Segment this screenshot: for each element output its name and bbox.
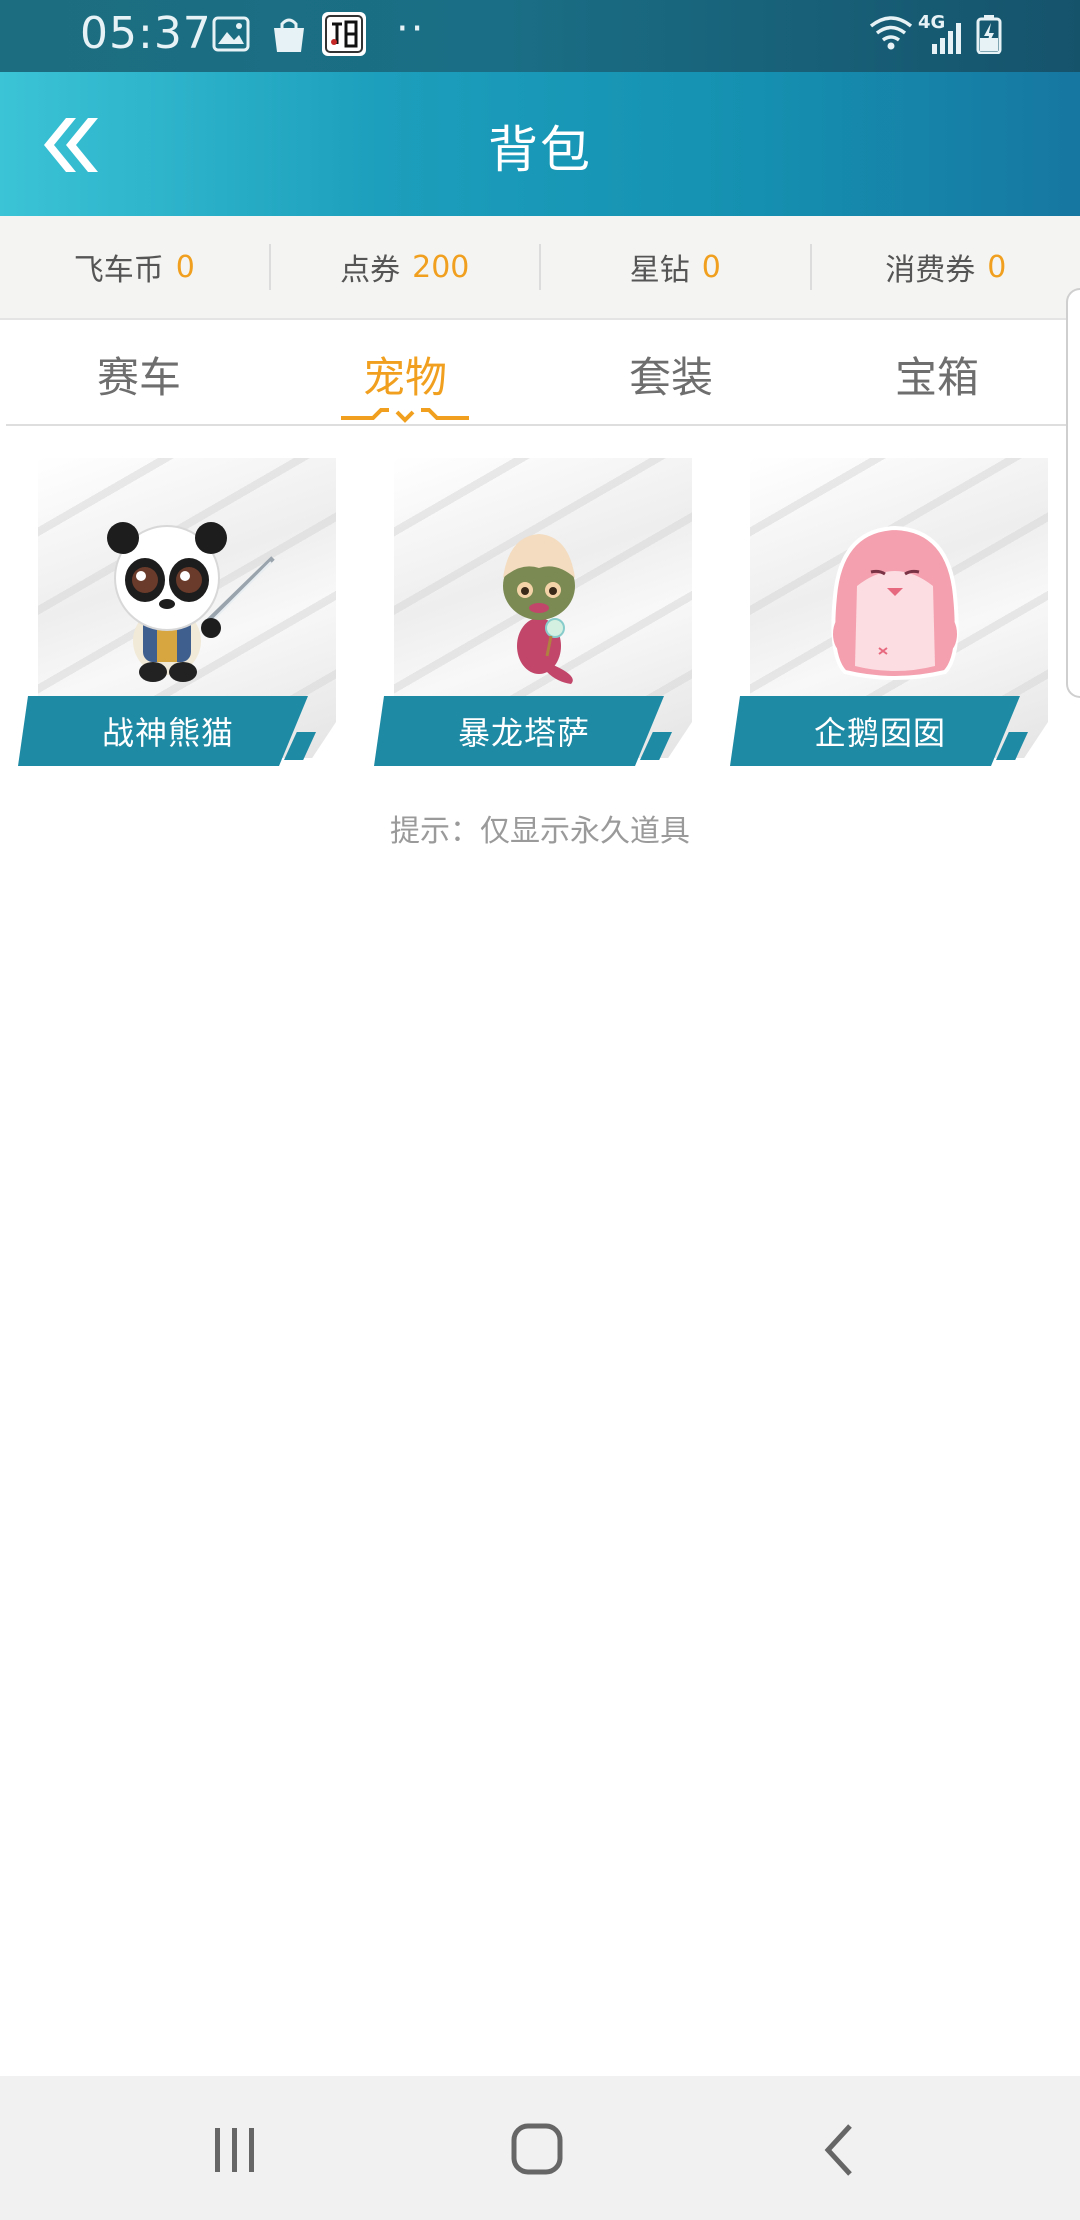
app-header: 背包	[0, 72, 1080, 216]
tab-label: 套装	[628, 353, 713, 402]
currency-dianquan: 点券 200	[271, 244, 541, 290]
currency-value: 200	[412, 249, 470, 285]
more-notifications-dots: ··	[396, 6, 426, 52]
currency-label: 飞车币	[73, 253, 164, 288]
currency-consumption-voucher: 消费券 0	[812, 244, 1080, 290]
tab-treasure-chests[interactable]: 宝箱	[804, 322, 1070, 424]
system-back-button[interactable]	[800, 2120, 880, 2180]
category-tabs: 赛车 宠物 套装 宝箱	[6, 322, 1070, 426]
status-time: 05:37	[80, 8, 212, 59]
panda-warrior-pet-image	[107, 522, 275, 682]
item-name: 暴龙塔萨	[457, 714, 590, 752]
shopping-bag-icon	[274, 18, 304, 52]
currency-value: 0	[175, 249, 195, 285]
currency-label: 星钻	[629, 253, 690, 288]
tab-racing-cars[interactable]: 赛车	[6, 322, 272, 424]
item-grid: 战神熊猫 暴龙塔萨 企鹅囡囡	[0, 456, 1080, 776]
item-name: 战神熊猫	[101, 714, 234, 752]
currency-label: 点券	[340, 253, 401, 288]
currency-feiche-coin: 飞车币 0	[0, 244, 271, 290]
status-bar: 05:37 ·· 4G	[0, 0, 1080, 72]
home-button[interactable]	[498, 2120, 578, 2180]
item-name: 企鹅囡囡	[813, 714, 946, 752]
app-notification-icon	[322, 12, 366, 56]
tab-label: 宠物	[362, 353, 447, 402]
currency-label: 消费券	[885, 253, 976, 288]
active-tab-indicator	[341, 408, 469, 423]
recent-apps-button[interactable]	[195, 2120, 275, 2180]
baby-dinosaur-pet-image	[503, 534, 575, 684]
gallery-icon	[212, 16, 250, 52]
item-card[interactable]: 战神熊猫	[18, 456, 348, 768]
recent-apps-icon	[215, 2128, 254, 2172]
battery-charging-icon	[976, 15, 1002, 54]
tab-outfits[interactable]: 套装	[538, 322, 804, 424]
wifi-icon	[869, 16, 913, 50]
currency-star-diamond: 星钻 0	[541, 244, 812, 290]
page-title: 背包	[488, 121, 592, 179]
item-card[interactable]: 企鹅囡囡	[730, 456, 1060, 768]
system-nav-bar	[0, 2076, 1080, 2220]
home-icon	[511, 2123, 563, 2175]
tab-label: 宝箱	[894, 353, 979, 402]
currency-bar: 飞车币 0 点券 200 星钻 0 消费券 0	[0, 216, 1080, 320]
tab-label: 赛车	[96, 353, 181, 402]
item-card[interactable]: 暴龙塔萨	[374, 456, 704, 768]
back-icon	[824, 2124, 852, 2176]
signal-icon	[932, 23, 961, 54]
currency-value: 0	[987, 249, 1007, 285]
tab-pets[interactable]: 宠物	[272, 322, 538, 424]
currency-value: 0	[701, 249, 721, 285]
pink-penguin-pet-image	[831, 525, 959, 680]
hint-text: 提示：仅显示永久道具	[390, 814, 690, 849]
